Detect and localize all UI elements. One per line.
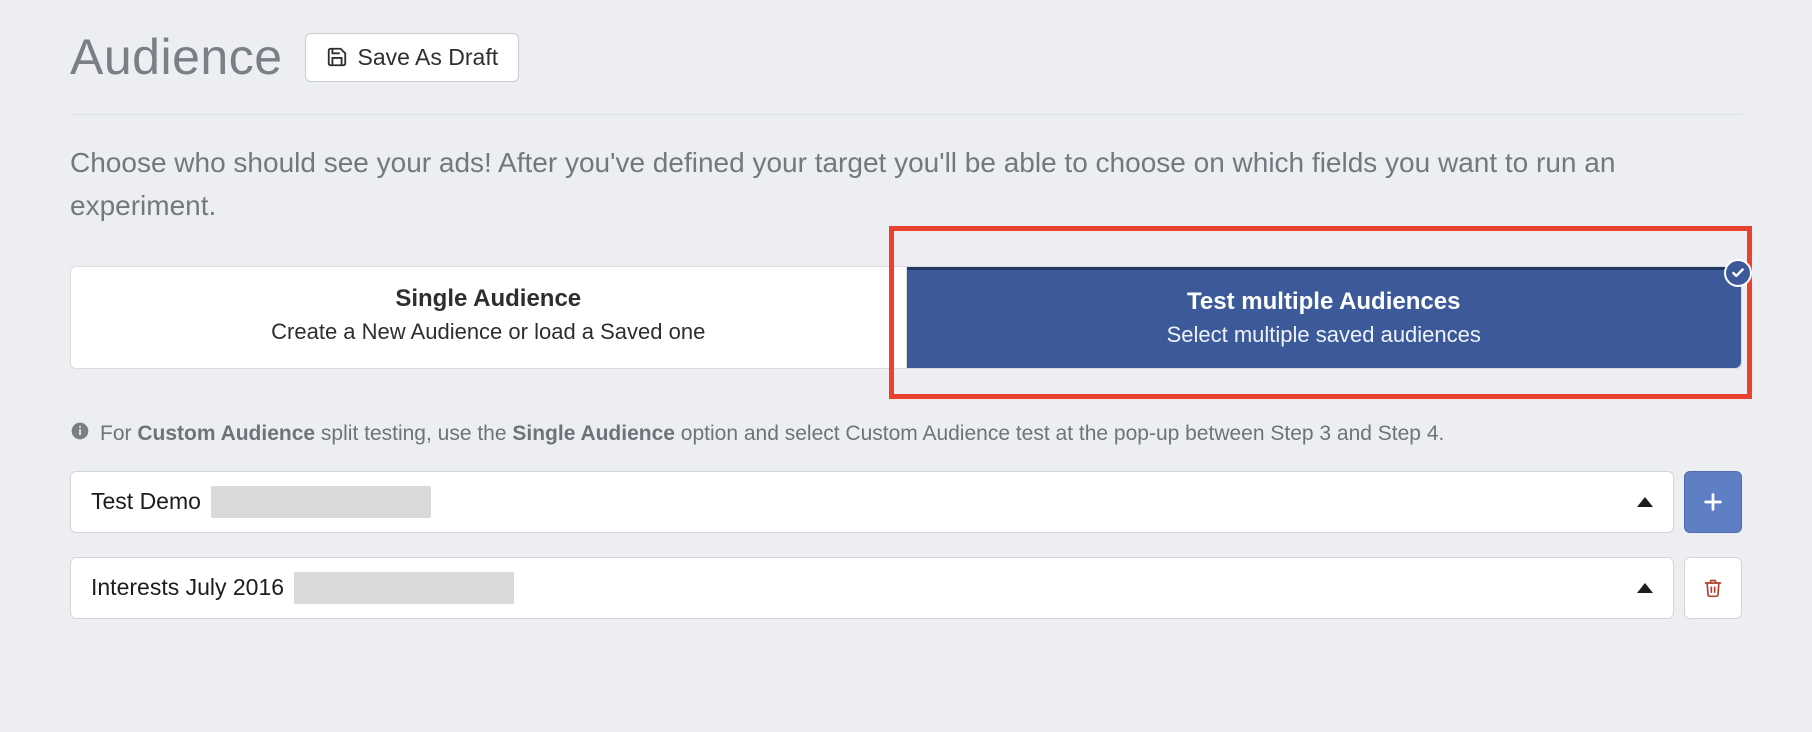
audience-mode-toggle: Single Audience Create a New Audience or… xyxy=(70,266,1742,369)
audience-select-2[interactable]: Interests July 2016 xyxy=(70,557,1674,619)
multiple-audience-title: Test multiple Audiences xyxy=(919,288,1730,316)
multiple-audience-subtitle: Select multiple saved audiences xyxy=(919,322,1730,348)
save-as-draft-button[interactable]: Save As Draft xyxy=(305,33,520,82)
check-icon xyxy=(1724,259,1752,287)
audience-1-name: Test Demo xyxy=(91,488,201,515)
single-audience-title: Single Audience xyxy=(83,285,894,313)
audience-2-name: Interests July 2016 xyxy=(91,574,284,601)
save-as-draft-label: Save As Draft xyxy=(358,44,499,71)
save-icon xyxy=(326,46,348,68)
multiple-audience-option[interactable]: Test multiple Audiences Select multiple … xyxy=(907,267,1742,368)
single-audience-option[interactable]: Single Audience Create a New Audience or… xyxy=(71,267,907,368)
helper-text: For Custom Audience split testing, use t… xyxy=(100,422,1444,446)
audience-row: Interests July 2016 xyxy=(70,557,1742,619)
helper-text-row: For Custom Audience split testing, use t… xyxy=(70,421,1742,447)
page-title: Audience xyxy=(70,28,283,86)
redacted-block xyxy=(294,572,514,604)
intro-text: Choose who should see your ads! After yo… xyxy=(70,141,1620,228)
add-audience-button[interactable] xyxy=(1684,471,1742,533)
info-icon xyxy=(70,421,90,447)
caret-up-icon xyxy=(1637,497,1653,507)
audience-select-1[interactable]: Test Demo xyxy=(70,471,1674,533)
single-audience-subtitle: Create a New Audience or load a Saved on… xyxy=(83,319,894,345)
audience-row: Test Demo xyxy=(70,471,1742,533)
delete-audience-button[interactable] xyxy=(1684,557,1742,619)
caret-up-icon xyxy=(1637,583,1653,593)
redacted-block xyxy=(211,486,431,518)
